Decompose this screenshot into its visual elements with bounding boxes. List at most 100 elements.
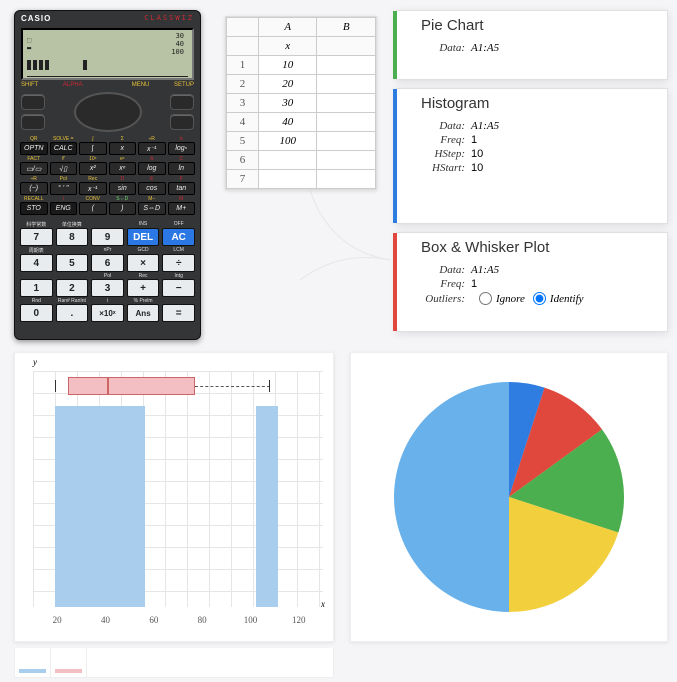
histogram-panel[interactable]: Histogram Data:A1:A5 Freq:1 HStep:10 HSt… [396,88,668,224]
mplus-key[interactable]: M+ [168,202,196,215]
tab-box[interactable] [51,648,87,677]
screen-val: 40 [171,40,184,48]
sin-key[interactable]: sin [109,182,137,195]
tan-key[interactable]: tan [168,182,196,195]
key-7[interactable]: 7 [20,228,53,246]
pie-plot [394,382,624,612]
shift-button[interactable] [21,94,45,110]
key-del[interactable]: DEL [127,228,160,246]
row-num: 7 [227,170,259,189]
cell[interactable] [317,170,376,189]
ln-key[interactable]: ln [168,162,196,175]
key-eq[interactable]: = [162,304,195,322]
menu-button[interactable] [170,94,194,110]
rparen-key[interactable]: ) [109,202,137,215]
cell[interactable]: 20 [258,75,317,94]
hist-bar [122,406,144,607]
sq-key[interactable]: x² [79,162,107,175]
key-mult[interactable]: × [127,254,160,272]
key-5[interactable]: 5 [56,254,89,272]
chart-tab-bar [14,648,334,678]
pow-key[interactable]: xⁿ [109,162,137,175]
row-num: 5 [227,132,259,151]
key-4[interactable]: 4 [20,254,53,272]
cell[interactable]: 40 [258,113,317,132]
panel-title: Pie Chart [421,17,649,34]
x-tick: 80 [178,615,226,625]
calc-screen: 30 40 100 ⬚▬ [21,28,194,80]
cell[interactable]: 100 [258,132,317,151]
pie-panel[interactable]: Pie Chart Data:A1:A5 [396,10,668,80]
row-num: 6 [227,151,259,170]
dpad[interactable] [72,90,144,134]
brand-label: CASIO [21,14,51,23]
hist-bar [256,406,278,607]
cell[interactable] [317,56,376,75]
tab-histogram[interactable] [15,648,51,677]
cell[interactable] [317,94,376,113]
cell[interactable] [258,151,317,170]
key-6[interactable]: 6 [91,254,124,272]
setup-button[interactable] [170,114,194,130]
key-9[interactable]: 9 [91,228,124,246]
y-axis-label: y [33,357,37,367]
sto-key[interactable]: STO [20,202,48,215]
frac-key[interactable]: ▭/▭ [20,162,48,175]
key-exp[interactable]: ×10ˣ [91,304,124,322]
dms-key[interactable]: ° ' " [50,182,78,195]
key-div[interactable]: ÷ [162,254,195,272]
sd-key[interactable]: S⇔D [138,202,166,215]
int-key[interactable]: ∫ [79,142,107,155]
key-1[interactable]: 1 [20,279,53,297]
pie-data: A1:A5 [471,42,499,54]
key-0[interactable]: 0 [20,304,53,322]
row-num: 1 [227,56,259,75]
sqrt-key[interactable]: √▯ [50,162,78,175]
x-tick: 60 [130,615,178,625]
hist-bar [100,406,122,607]
hist-bar [55,406,77,607]
neg-key[interactable]: (−) [20,182,48,195]
model-label: CLASSWIZ [144,14,194,23]
xinv-key[interactable]: x⁻¹ [79,182,107,195]
outliers-identify-radio[interactable] [533,292,546,305]
key-minus[interactable]: − [162,279,195,297]
log-key[interactable]: log [138,162,166,175]
cell[interactable] [317,132,376,151]
cell[interactable]: 10 [258,56,317,75]
hist-plot: y x 20406080100120 [33,371,323,607]
key-plus[interactable]: + [127,279,160,297]
col-a[interactable]: A [258,18,317,37]
key-3[interactable]: 3 [91,279,124,297]
cell[interactable] [317,151,376,170]
key-dot[interactable]: . [56,304,89,322]
x-tick: 100 [226,615,274,625]
box-panel[interactable]: Box & Whisker Plot Data:A1:A5 Freq:1 Out… [396,232,668,332]
logbox-key[interactable]: log▫ [168,142,196,155]
var-x: x [258,37,317,56]
cos-key[interactable]: cos [138,182,166,195]
key-ac[interactable]: AC [162,228,195,246]
lparen-key[interactable]: ( [79,202,107,215]
optn-key[interactable]: OPTN [20,142,48,155]
key-2[interactable]: 2 [56,279,89,297]
cell[interactable] [258,170,317,189]
cell[interactable] [317,75,376,94]
connector-line [300,190,400,310]
eng-key[interactable]: ENG [50,202,78,215]
col-b[interactable]: B [317,18,376,37]
screen-val: 30 [171,32,184,40]
x-key[interactable]: x [109,142,137,155]
cell[interactable]: 30 [258,94,317,113]
calc-key[interactable]: CALC [50,142,78,155]
outliers-ignore-radio[interactable] [479,292,492,305]
key-ans[interactable]: Ans [127,304,160,322]
x-tick: 40 [81,615,129,625]
optn-button[interactable] [21,114,45,130]
key-8[interactable]: 8 [56,228,89,246]
cell[interactable] [317,113,376,132]
row-num: 4 [227,113,259,132]
recip-key[interactable]: x⁻¹ [138,142,166,155]
panel-title: Histogram [421,95,649,112]
data-sheet[interactable]: AB x 110220330440510067 [225,16,377,190]
